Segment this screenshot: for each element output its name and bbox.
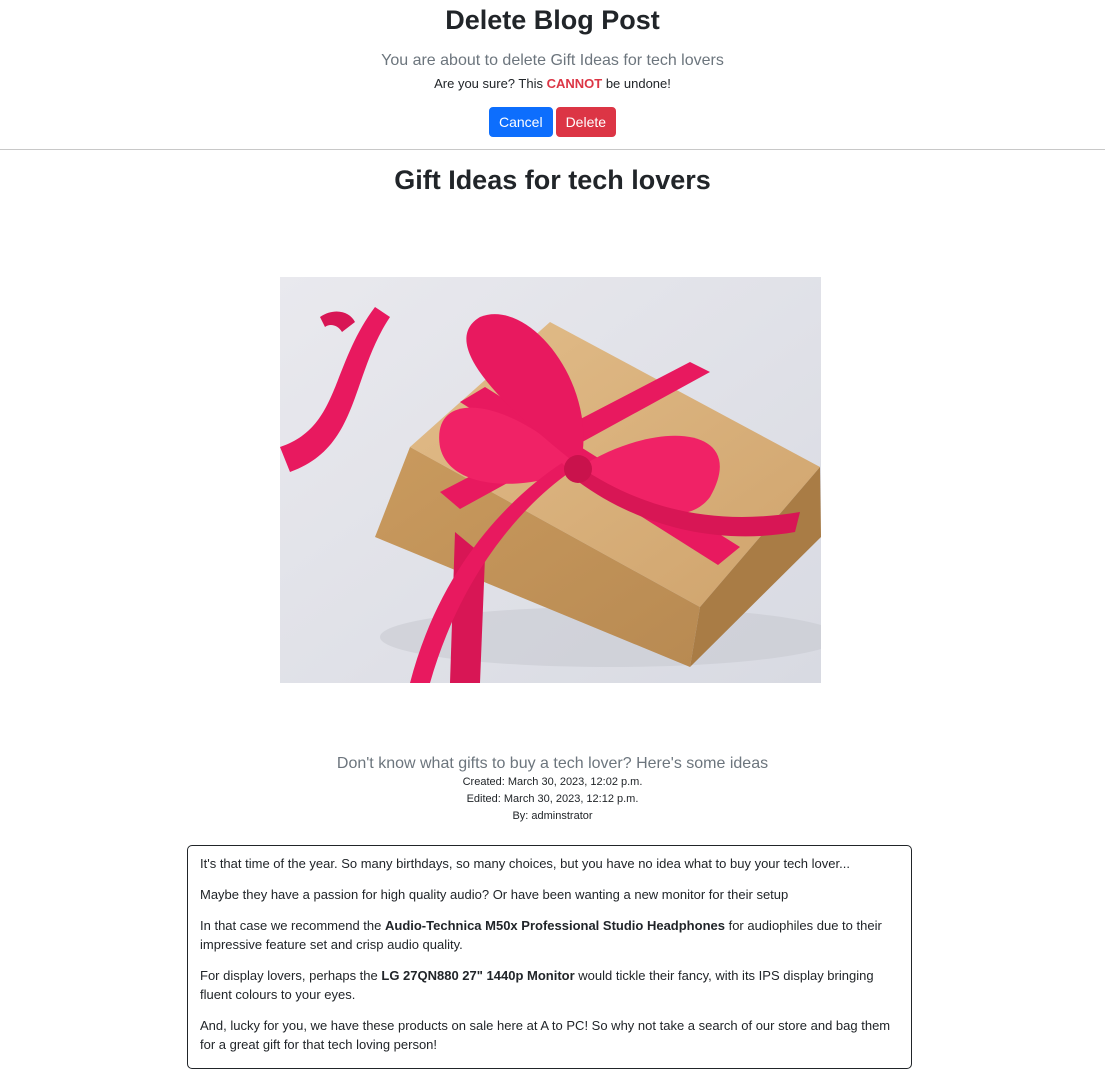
page-title: Delete Blog Post (445, 5, 660, 35)
paragraph: And, lucky for you, we have these produc… (200, 1018, 891, 1052)
gift-box-image (280, 277, 821, 683)
post-meta: Don't know what gifts to buy a tech love… (0, 754, 1105, 825)
post-image (280, 277, 821, 683)
paragraph: In that case we recommend the Audio-Tech… (200, 916, 899, 954)
post-author: By: adminstrator (512, 810, 593, 822)
action-buttons: Cancel Delete (0, 107, 1105, 137)
page: Delete Blog Post You are about to delete… (0, 0, 1105, 1092)
created-date: Created: March 30, 2023, 12:02 p.m. (462, 776, 643, 788)
paragraph: It's that time of the year. So many birt… (200, 856, 850, 871)
paragraph: For display lovers, perhaps the LG 27QN8… (200, 966, 899, 1004)
warning-suffix: be undone! (602, 76, 671, 91)
paragraph: Maybe they have a passion for high quali… (200, 887, 789, 902)
warning-text: Are you sure? This CANNOT be undone! (0, 75, 1105, 93)
edited-date: Edited: March 30, 2023, 12:12 p.m. (466, 793, 639, 805)
paragraph-text: In that case we recommend the (200, 918, 385, 933)
warning-prefix: Are you sure? This (434, 76, 547, 91)
post-title: Gift Ideas for tech lovers (394, 165, 711, 195)
delete-target-text: You are about to delete Gift Ideas for t… (381, 52, 724, 69)
paragraph-text: For display lovers, perhaps the (200, 968, 382, 983)
product-name-monitor: LG 27QN880 27" 1440p Monitor (381, 968, 575, 983)
warning-emphasis: CANNOT (546, 76, 603, 91)
delete-confirmation: Delete Blog Post You are about to delete… (0, 0, 1105, 137)
post-body: It's that time of the year. So many birt… (187, 845, 912, 1069)
cancel-button[interactable]: Cancel (488, 107, 553, 137)
divider (0, 149, 1105, 150)
post-subtitle: Don't know what gifts to buy a tech love… (336, 755, 769, 772)
delete-button[interactable]: Delete (555, 107, 617, 137)
product-name-headphones: Audio-Technica M50x Professional Studio … (384, 918, 725, 933)
